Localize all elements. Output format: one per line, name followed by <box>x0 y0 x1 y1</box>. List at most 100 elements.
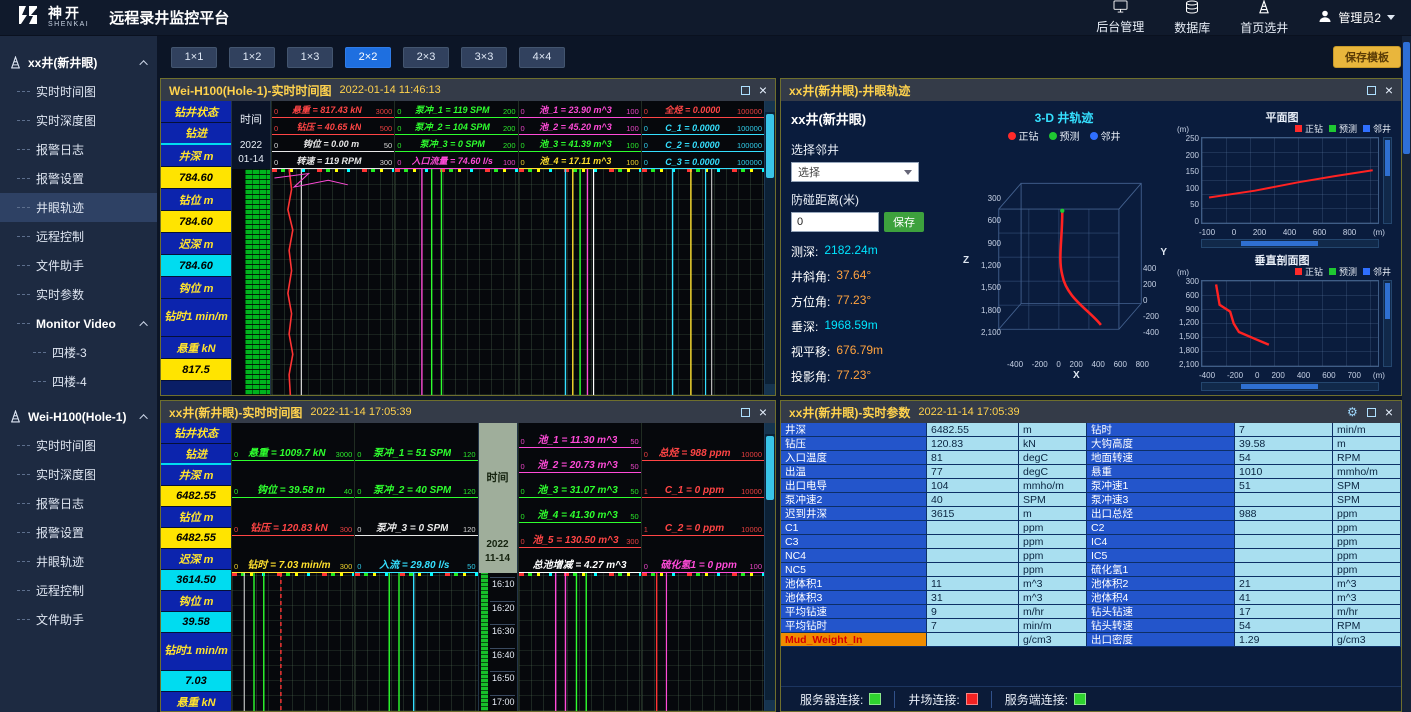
axis-tick: -400 <box>1143 329 1159 337</box>
sidebar-group-xx井(新井眼)[interactable]: xx井(新井眼) <box>0 48 157 77</box>
anticollision-distance-label: 防碰距离(米) <box>791 191 959 208</box>
curve-name: C_3 = 0.0000 <box>665 157 719 167</box>
nav-backend-management[interactable]: 后台管理 <box>1096 0 1144 35</box>
param-name: 平均钻时 <box>781 619 927 633</box>
track-pumps: 0泵冲_1 = 51 SPM1200泵冲_2 = 40 SPM1200泵冲_3 … <box>354 423 477 711</box>
layout-button-1×2[interactable]: 1×2 <box>229 47 275 68</box>
axis-tick: 0 <box>1056 361 1060 369</box>
gear-icon[interactable]: ⚙ <box>1347 406 1358 418</box>
time-tick: 16:50 <box>490 671 515 683</box>
scrollbar-thumb[interactable] <box>766 436 774 500</box>
sidebar-item-井眼轨迹[interactable]: 井眼轨迹 <box>0 193 157 222</box>
layout-button-2×2[interactable]: 2×2 <box>345 47 391 68</box>
curve-max: 200 <box>503 141 516 150</box>
sidebar-item-报警设置[interactable]: 报警设置 <box>0 518 157 547</box>
curve-min: 0 <box>521 158 525 167</box>
chart-date-year: 2022 <box>232 139 270 153</box>
axis-tick: -200 <box>1227 372 1243 380</box>
logo: 神开 SHENKAI 远程录井监控平台 <box>16 3 229 32</box>
anticollision-distance-input[interactable] <box>791 212 879 232</box>
layout-button-4×4[interactable]: 4×4 <box>519 47 565 68</box>
stat-value: 2182.24m <box>824 243 877 260</box>
plan-horizontal-scrollbar[interactable] <box>1201 239 1379 248</box>
scroll-up-arrow[interactable] <box>765 101 775 112</box>
param-label: 钻时1 min/m <box>161 633 231 671</box>
sidebar-item-报警日志[interactable]: 报警日志 <box>0 135 157 164</box>
well-icon <box>9 56 22 69</box>
sidebar-item-四楼-4[interactable]: 四楼-4 <box>0 367 157 396</box>
neighbor-well-select[interactable]: 选择 <box>791 162 919 182</box>
layout-button-3×3[interactable]: 3×3 <box>461 47 507 68</box>
sidebar-item-报警设置[interactable]: 报警设置 <box>0 164 157 193</box>
plan-plot-area[interactable] <box>1201 137 1379 224</box>
scroll-down-arrow[interactable] <box>765 384 775 395</box>
sidebar-item-实时时间图[interactable]: 实时时间图 <box>0 431 157 460</box>
page-scrollbar[interactable] <box>1402 36 1411 712</box>
expand-icon[interactable] <box>741 408 750 417</box>
layout-button-1×1[interactable]: 1×1 <box>171 47 217 68</box>
panel-title: xx井(新井眼)-井眼轨迹 <box>789 82 910 99</box>
section-plot-area[interactable] <box>1201 280 1379 367</box>
tree-connector <box>17 532 30 533</box>
param-value: 54 <box>1235 619 1333 633</box>
sidebar-item-实时深度图[interactable]: 实时深度图 <box>0 106 157 135</box>
sidebar-item-文件助手[interactable]: 文件助手 <box>0 251 157 280</box>
sidebar-item-报警日志[interactable]: 报警日志 <box>0 489 157 518</box>
curve-min: 0 <box>397 124 401 133</box>
close-icon[interactable]: × <box>759 405 767 419</box>
sidebar-item-文件助手[interactable]: 文件助手 <box>0 605 157 634</box>
vertical-scrollbar[interactable] <box>764 423 775 711</box>
scroll-down-arrow[interactable] <box>765 700 775 711</box>
sidebar-item-远程控制[interactable]: 远程控制 <box>0 222 157 251</box>
panel-realtime-parameters: xx井(新井眼)-实时参数 2022-11-14 17:05:39 ⚙ × 井深… <box>780 400 1402 712</box>
curve-max: 200 <box>503 124 516 133</box>
section-horizontal-scrollbar[interactable] <box>1201 382 1379 391</box>
stat-value: 77.23° <box>836 293 871 310</box>
sidebar-item-井眼轨迹[interactable]: 井眼轨迹 <box>0 547 157 576</box>
param-unit: SPM <box>1333 493 1401 507</box>
curve-label: 0钻压 = 40.65 kN500 <box>272 118 394 135</box>
trajectory-controls: xx井(新井眼) 选择邻井 选择 防碰距离(米) 保存 测深:2182.24m井… <box>791 109 959 391</box>
nav-label: 首页选井 <box>1240 19 1288 36</box>
expand-icon[interactable] <box>1367 86 1376 95</box>
close-icon[interactable]: × <box>1385 83 1393 97</box>
save-distance-button[interactable]: 保存 <box>884 212 924 232</box>
curve-max: 120 <box>463 450 476 459</box>
sidebar-group-Monitor Video[interactable]: Monitor Video <box>0 309 157 338</box>
layout-button-2×3[interactable]: 2×3 <box>403 47 449 68</box>
sidebar-item-实时时间图[interactable]: 实时时间图 <box>0 77 157 106</box>
curve-name: 池_1 = 23.90 m^3 <box>539 103 612 116</box>
vertical-scrollbar[interactable] <box>764 101 775 395</box>
time-chart-body: 钻井状态钻进井深 m6482.55钻位 m6482.55迟深 m3614.50钩… <box>161 423 775 711</box>
select-value: 选择 <box>798 164 820 180</box>
sidebar-item-实时深度图[interactable]: 实时深度图 <box>0 460 157 489</box>
expand-icon[interactable] <box>741 86 750 95</box>
scrollbar-thumb[interactable] <box>766 114 774 178</box>
scroll-up-arrow[interactable] <box>765 423 775 434</box>
nav-home-well-select[interactable]: 首页选井 <box>1240 0 1288 36</box>
curve-label: 0池_1 = 23.90 m^3100 <box>519 101 641 118</box>
param-unit: min/m <box>1333 423 1401 437</box>
curve-max: 300 <box>340 562 353 571</box>
plan-vertical-scrollbar[interactable] <box>1383 137 1392 224</box>
section-vertical-scrollbar[interactable] <box>1383 280 1392 367</box>
expand-icon[interactable] <box>1367 408 1376 417</box>
stat-label: 投影角: <box>791 368 830 385</box>
curve-max: 120 <box>463 525 476 534</box>
save-template-button[interactable]: 保存模板 <box>1333 46 1401 68</box>
plot3d-canvas[interactable]: 3006009001,2001,5001,8002,100 4002000-20… <box>961 143 1167 379</box>
close-icon[interactable]: × <box>759 83 767 97</box>
sidebar-item-远程控制[interactable]: 远程控制 <box>0 576 157 605</box>
user-menu[interactable]: 管理员2 <box>1318 9 1395 26</box>
curve-label: 总池增减 = 4.27 m^3 <box>519 548 641 573</box>
curve-name: 泵冲_2 = 104 SPM <box>415 120 490 133</box>
close-icon[interactable]: × <box>1385 405 1393 419</box>
sidebar-item-四楼-3[interactable]: 四楼-3 <box>0 338 157 367</box>
axis-tick: 150 <box>1186 168 1199 176</box>
nav-database[interactable]: 数据库 <box>1174 0 1210 36</box>
sidebar-group-Wei-H100(Hole-1)[interactable]: Wei-H100(Hole-1) <box>0 402 157 431</box>
page-scrollbar-thumb[interactable] <box>1403 42 1410 154</box>
tree-connector <box>17 294 30 295</box>
layout-button-1×3[interactable]: 1×3 <box>287 47 333 68</box>
sidebar-item-实时参数[interactable]: 实时参数 <box>0 280 157 309</box>
